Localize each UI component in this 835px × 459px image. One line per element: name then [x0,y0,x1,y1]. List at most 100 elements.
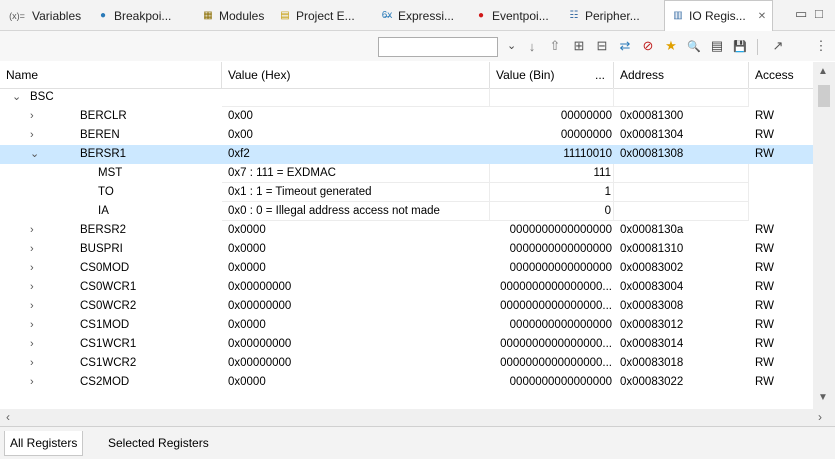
vertical-scroll-thumb[interactable] [818,85,830,107]
bin-value-cell: 0000000000000000... [500,281,612,293]
bin-value-cell: 0 [490,202,614,221]
tab-eventpoints[interactable]: ● Eventpoi... [474,0,549,31]
table-row[interactable]: ⌄ BSC [0,88,813,107]
table-row[interactable]: › BUSPRI 0x0000 0000000000000000 0x00081310 R… [0,240,813,259]
tab-breakpoints[interactable]: ● Breakpoi... [96,0,171,31]
vertical-scrollbar[interactable]: ▲ ▼ [813,62,835,409]
chevron-right-icon[interactable]: › [30,126,34,145]
search-icon[interactable]: 🔍 [684,36,704,56]
chevron-right-icon[interactable]: › [30,278,34,297]
table-row[interactable]: › BERSR2 0x0000 0000000000000000 0x0008130a R… [0,221,813,240]
address-cell: 0x00081304 [620,129,684,141]
scroll-up-icon[interactable]: ▲ [818,66,828,77]
open-new-view-icon[interactable]: ↗ [768,36,788,56]
name-cell: TO [0,183,222,202]
column-header-hex[interactable]: Value (Hex) [222,62,490,88]
expressions-icon: 6̶x [381,9,393,21]
table-row[interactable]: › CS0WCR1 0x00000000 0000000000000000... 0x0… [0,278,813,297]
chevron-right-icon[interactable]: › [30,335,34,354]
table-row[interactable]: IA 0x0 : 0 = Illegal address access not m… [0,202,813,221]
column-header-access[interactable]: Access [749,62,813,88]
hex-value-cell: 0x0000 [228,262,266,274]
table-row[interactable]: › BEREN 0x00 00000000 0x00081304 RW [0,126,813,145]
chevron-down-icon[interactable]: ⌄ [12,88,21,107]
chevron-right-icon[interactable]: › [30,221,34,240]
tab-expressions[interactable]: 6̶x Expressi... [380,0,454,31]
table-row[interactable]: › CS2MOD 0x0000 0000000000000000 0x00083022 R… [0,373,813,392]
scroll-left-icon[interactable]: ‹ [6,410,10,424]
chevron-right-icon[interactable]: › [30,297,34,316]
name-cell: › CS2MOD [0,373,222,392]
tab-selected-registers[interactable]: Selected Registers [103,431,214,455]
table-row[interactable]: › CS1WCR1 0x00000000 0000000000000000... 0x0… [0,335,813,354]
print-icon[interactable]: ▤ [707,36,727,56]
toolbar-separator [757,39,758,55]
chevron-down-icon[interactable]: ⌄ [30,145,39,164]
favorite-icon[interactable]: ★ [661,36,681,56]
view-menu-icon[interactable]: ⋮ [811,36,831,56]
chevron-right-icon[interactable]: › [30,316,34,335]
bin-value-cell [490,88,614,107]
tab-label: Peripher... [585,8,640,23]
chevron-down-icon[interactable]: ⌄ [507,39,516,52]
toolbar: ⌄ ↓ ⇧ ⊞ ⊟ ⇄ ⊘ ★ 🔍 ▤ 💾 ↗ ⋮ [0,31,835,61]
chevron-right-icon[interactable]: › [30,240,34,259]
table-row[interactable]: › CS0MOD 0x0000 0000000000000000 0x00083002 R… [0,259,813,278]
tab-io-registers[interactable]: ▥ IO Regis... ✕ [664,0,774,31]
bin-value-cell: 00000000 [560,129,612,141]
io-register-table: Name Value (Hex) Value (Bin) ... Address… [0,62,835,409]
save-icon[interactable]: 💾 [730,36,750,56]
bin-value-cell: 0000000000000000... [500,338,612,350]
horizontal-scrollbar[interactable]: ‹ › [0,409,835,426]
eventpoint-icon: ● [477,9,485,21]
expand-all-icon[interactable]: ⊞ [569,36,589,56]
disable-icon[interactable]: ⊘ [638,36,658,56]
access-cell [749,88,813,107]
column-header-bin[interactable]: Value (Bin) ... [490,62,614,88]
step-down-icon[interactable]: ↓ [522,36,542,56]
hex-value-cell: 0xf2 [228,148,250,160]
chevron-right-icon[interactable]: › [30,373,34,392]
tab-project-explorer[interactable]: ▤ Project E... [278,0,355,31]
address-cell: 0x00081310 [620,243,684,255]
access-cell: RW [755,319,774,331]
tab-all-registers[interactable]: All Registers [4,431,84,456]
collapse-all-icon[interactable]: ⊟ [592,36,612,56]
table-row[interactable]: MST 0x7 : 111 = EXDMAC 111 [0,164,813,183]
table-row[interactable]: › CS1MOD 0x0000 0000000000000000 0x00083012 R… [0,316,813,335]
maximize-icon[interactable]: □ [815,6,823,21]
hex-value-cell: 0x0000 [228,224,266,236]
register-name: CS2MOD [80,376,130,388]
scroll-right-icon[interactable]: › [818,410,822,424]
refresh-icon[interactable]: ⇄ [615,36,635,56]
table-row[interactable]: TO 0x1 : 1 = Timeout generated 1 [0,183,813,202]
column-header-address[interactable]: Address [614,62,749,88]
tab-label: Project E... [296,8,355,23]
column-header-name[interactable]: Name [0,62,222,88]
access-cell: RW [755,243,774,255]
hex-value-cell: 0x00000000 [228,357,292,369]
register-name: BEREN [80,129,120,141]
table-row[interactable]: › CS0WCR2 0x00000000 0000000000000000... 0x0… [0,297,813,316]
table-row[interactable]: › CS1WCR2 0x00000000 0000000000000000... 0x0… [0,354,813,373]
tab-modules[interactable]: ▦ Modules [201,0,264,31]
chevron-right-icon[interactable]: › [30,259,34,278]
hex-value-cell: 0x00 [228,110,253,122]
step-up-icon[interactable]: ⇧ [545,36,565,56]
address-cell: 0x00083002 [620,262,684,274]
table-row[interactable]: ⌄ BERSR1 0xf2 11110010 0x00081308 RW [0,145,813,164]
register-filter-combo[interactable] [378,37,498,57]
chevron-right-icon[interactable]: › [30,107,34,126]
access-cell [749,183,813,202]
close-icon[interactable]: ✕ [758,11,766,22]
tab-variables[interactable]: (x)= Variables [6,0,81,31]
chevron-right-icon[interactable]: › [30,354,34,373]
tab-peripherals[interactable]: ☷ Peripher... [567,0,640,31]
peripherals-icon: ☷ [569,9,579,21]
scroll-down-icon[interactable]: ▼ [818,392,828,403]
table-row[interactable]: › BERCLR 0x00 00000000 0x00081300 RW [0,107,813,126]
minimize-icon[interactable]: ▭ [795,6,807,22]
hex-value-cell: 0x0000 [228,243,266,255]
name-cell: › CS1WCR1 [0,335,222,354]
name-cell: › BUSPRI [0,240,222,259]
